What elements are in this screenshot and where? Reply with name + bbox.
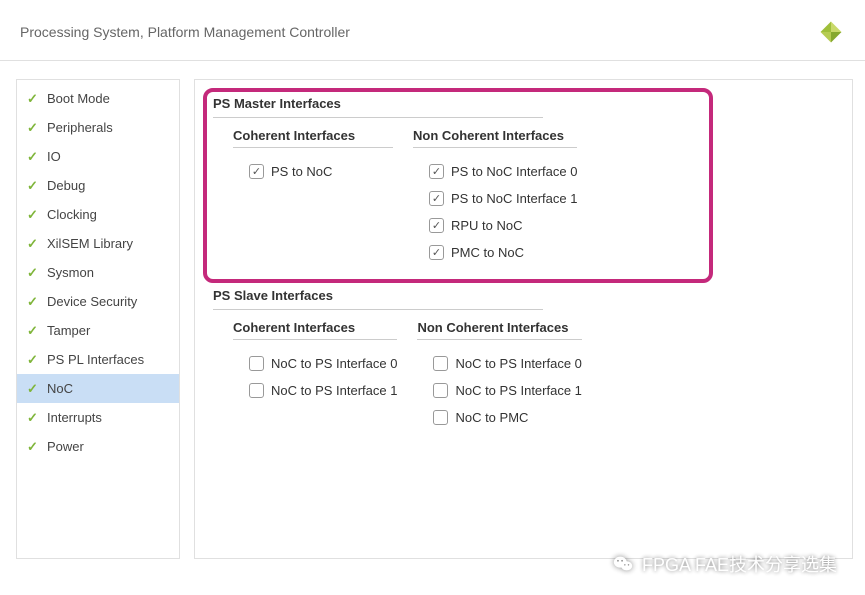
column-title: Coherent Interfaces xyxy=(233,128,393,148)
checkbox-label: NoC to PS Interface 1 xyxy=(271,383,397,398)
wechat-icon xyxy=(612,553,634,575)
sidebar-item-label: Clocking xyxy=(47,207,97,222)
slave-noncoherent-column: Non Coherent Interfaces NoC to PS Interf… xyxy=(417,320,581,431)
sidebar-item-label: NoC xyxy=(47,381,73,396)
checkbox[interactable] xyxy=(249,356,264,371)
sidebar-item-label: Debug xyxy=(47,178,85,193)
check-icon: ✓ xyxy=(27,266,41,279)
watermark-text: FPGA FAE技术分享选集 xyxy=(642,551,837,577)
check-icon: ✓ xyxy=(27,179,41,192)
checkbox[interactable] xyxy=(249,383,264,398)
check-icon: ✓ xyxy=(27,92,41,105)
sidebar-item-peripherals[interactable]: ✓ Peripherals xyxy=(17,113,179,142)
sidebar-item-clocking[interactable]: ✓ Clocking xyxy=(17,200,179,229)
checkbox-option[interactable]: NoC to PS Interface 0 xyxy=(417,350,581,377)
sidebar-item-io[interactable]: ✓ IO xyxy=(17,142,179,171)
master-coherent-column: Coherent Interfaces PS to NoC xyxy=(233,128,393,266)
check-icon: ✓ xyxy=(27,353,41,366)
checkbox-option[interactable]: PMC to NoC xyxy=(413,239,577,266)
sidebar-item-interrupts[interactable]: ✓ Interrupts xyxy=(17,403,179,432)
check-icon: ✓ xyxy=(27,295,41,308)
checkbox[interactable] xyxy=(429,191,444,206)
checkbox[interactable] xyxy=(429,218,444,233)
slave-section-title: PS Slave Interfaces xyxy=(213,284,543,310)
checkbox-option[interactable]: PS to NoC xyxy=(233,158,393,185)
column-title: Non Coherent Interfaces xyxy=(417,320,581,340)
sidebar-item-label: IO xyxy=(47,149,61,164)
sidebar-item-label: Sysmon xyxy=(47,265,94,280)
checkbox-option[interactable]: RPU to NoC xyxy=(413,212,577,239)
check-icon: ✓ xyxy=(27,121,41,134)
checkbox-option[interactable]: PS to NoC Interface 1 xyxy=(413,185,577,212)
checkbox-label: NoC to PS Interface 0 xyxy=(271,356,397,371)
check-icon: ✓ xyxy=(27,324,41,337)
sidebar-item-label: PS PL Interfaces xyxy=(47,352,144,367)
check-icon: ✓ xyxy=(27,411,41,424)
check-icon: ✓ xyxy=(27,150,41,163)
checkbox[interactable] xyxy=(249,164,264,179)
sidebar-item-tamper[interactable]: ✓ Tamper xyxy=(17,316,179,345)
sidebar-item-label: Power xyxy=(47,439,84,454)
checkbox[interactable] xyxy=(433,356,448,371)
sidebar-item-label: Tamper xyxy=(47,323,90,338)
checkbox-label: PS to NoC Interface 1 xyxy=(451,191,577,206)
sidebar-item-boot-mode[interactable]: ✓ Boot Mode xyxy=(17,84,179,113)
watermark: FPGA FAE技术分享选集 xyxy=(612,551,837,577)
check-icon: ✓ xyxy=(27,440,41,453)
sidebar: ✓ Boot Mode ✓ Peripherals ✓ IO ✓ Debug ✓ Clocking… xyxy=(16,79,180,559)
page-title: Processing System, Platform Management C… xyxy=(20,24,350,40)
column-title: Coherent Interfaces xyxy=(233,320,397,340)
sidebar-item-label: Interrupts xyxy=(47,410,102,425)
column-title: Non Coherent Interfaces xyxy=(413,128,577,148)
checkbox-option[interactable]: NoC to PS Interface 0 xyxy=(233,350,397,377)
sidebar-item-xilsem-library[interactable]: ✓ XilSEM Library xyxy=(17,229,179,258)
sidebar-item-sysmon[interactable]: ✓ Sysmon xyxy=(17,258,179,287)
sidebar-item-ps-pl-interfaces[interactable]: ✓ PS PL Interfaces xyxy=(17,345,179,374)
sidebar-item-label: XilSEM Library xyxy=(47,236,133,251)
master-section-title: PS Master Interfaces xyxy=(213,92,543,118)
checkbox-label: RPU to NoC xyxy=(451,218,523,233)
checkbox-label: NoC to PMC xyxy=(455,410,528,425)
master-noncoherent-column: Non Coherent Interfaces PS to NoC Interf… xyxy=(413,128,577,266)
xilinx-logo-icon xyxy=(817,18,845,46)
checkbox-label: PMC to NoC xyxy=(451,245,524,260)
sidebar-item-power[interactable]: ✓ Power xyxy=(17,432,179,461)
header: Processing System, Platform Management C… xyxy=(0,0,865,61)
checkbox-option[interactable]: PS to NoC Interface 0 xyxy=(413,158,577,185)
checkbox-label: NoC to PS Interface 1 xyxy=(455,383,581,398)
sidebar-item-label: Device Security xyxy=(47,294,137,309)
main-panel: PS Master Interfaces Coherent Interfaces… xyxy=(194,79,853,559)
checkbox-option[interactable]: NoC to PS Interface 1 xyxy=(417,377,581,404)
check-icon: ✓ xyxy=(27,237,41,250)
check-icon: ✓ xyxy=(27,382,41,395)
sidebar-item-noc[interactable]: ✓ NoC xyxy=(17,374,179,403)
sidebar-item-debug[interactable]: ✓ Debug xyxy=(17,171,179,200)
checkbox[interactable] xyxy=(429,164,444,179)
checkbox-label: NoC to PS Interface 0 xyxy=(455,356,581,371)
checkbox-option[interactable]: NoC to PS Interface 1 xyxy=(233,377,397,404)
slave-coherent-column: Coherent Interfaces NoC to PS Interface … xyxy=(233,320,397,431)
checkbox-label: PS to NoC xyxy=(271,164,332,179)
checkbox-option[interactable]: NoC to PMC xyxy=(417,404,581,431)
checkbox[interactable] xyxy=(429,245,444,260)
sidebar-item-device-security[interactable]: ✓ Device Security xyxy=(17,287,179,316)
checkbox[interactable] xyxy=(433,383,448,398)
sidebar-item-label: Boot Mode xyxy=(47,91,110,106)
checkbox[interactable] xyxy=(433,410,448,425)
checkbox-label: PS to NoC Interface 0 xyxy=(451,164,577,179)
sidebar-item-label: Peripherals xyxy=(47,120,113,135)
check-icon: ✓ xyxy=(27,208,41,221)
